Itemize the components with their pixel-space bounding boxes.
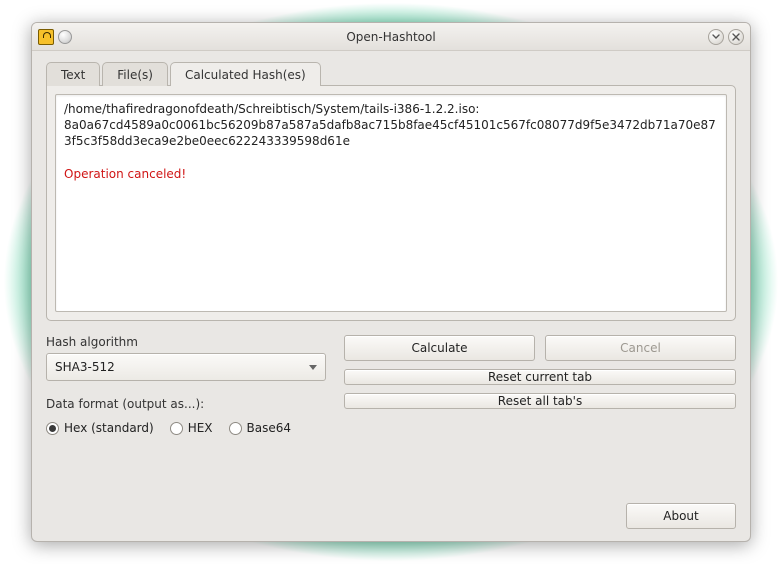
radio-icon bbox=[170, 422, 183, 435]
radio-hex-upper[interactable]: HEX bbox=[170, 421, 213, 435]
radio-hex-upper-label: HEX bbox=[188, 421, 213, 435]
window-title: Open-Hashtool bbox=[32, 30, 750, 44]
sticky-indicator-icon[interactable] bbox=[58, 30, 72, 44]
lock-icon bbox=[38, 29, 54, 45]
tab-page-calculated: /home/thafiredragonofdeath/Schreibtisch/… bbox=[46, 85, 736, 321]
reset-current-tab-button[interactable]: Reset current tab bbox=[344, 369, 736, 385]
data-format-radio-group: Hex (standard) HEX Base64 bbox=[46, 421, 326, 435]
reset-all-tabs-button[interactable]: Reset all tab's bbox=[344, 393, 736, 409]
hash-algorithm-select[interactable]: SHA3-512 bbox=[46, 353, 326, 381]
about-button[interactable]: About bbox=[626, 503, 736, 529]
tab-bar: Text File(s) Calculated Hash(es) bbox=[46, 61, 736, 85]
main-window: Open-Hashtool Text File(s) Calculated Ha… bbox=[31, 22, 751, 542]
radio-base64-label: Base64 bbox=[247, 421, 292, 435]
calculate-button[interactable]: Calculate bbox=[344, 335, 535, 361]
hash-algorithm-value: SHA3-512 bbox=[55, 360, 115, 374]
footer: About bbox=[46, 489, 736, 529]
lower-controls: Hash algorithm SHA3-512 Data format (out… bbox=[46, 335, 736, 435]
tab-files[interactable]: File(s) bbox=[102, 62, 168, 86]
titlebar: Open-Hashtool bbox=[32, 23, 750, 51]
radio-hex-standard-label: Hex (standard) bbox=[64, 421, 154, 435]
radio-icon bbox=[229, 422, 242, 435]
output-status-line: Operation canceled! bbox=[64, 166, 718, 182]
data-format-label: Data format (output as...): bbox=[46, 397, 326, 411]
close-icon bbox=[732, 33, 740, 41]
hash-algorithm-label: Hash algorithm bbox=[46, 335, 326, 349]
radio-hex-standard[interactable]: Hex (standard) bbox=[46, 421, 154, 435]
radio-base64[interactable]: Base64 bbox=[229, 421, 292, 435]
hash-output-textarea[interactable]: /home/thafiredragonofdeath/Schreibtisch/… bbox=[55, 94, 727, 312]
cancel-button: Cancel bbox=[545, 335, 736, 361]
close-button[interactable] bbox=[728, 29, 744, 45]
minimize-button[interactable] bbox=[708, 29, 724, 45]
tab-text[interactable]: Text bbox=[46, 62, 100, 86]
chevron-down-icon bbox=[309, 365, 317, 370]
client-area: Text File(s) Calculated Hash(es) /home/t… bbox=[32, 51, 750, 541]
output-path-line: /home/thafiredragonofdeath/Schreibtisch/… bbox=[64, 101, 718, 117]
radio-icon bbox=[46, 422, 59, 435]
tab-calculated-hashes[interactable]: Calculated Hash(es) bbox=[170, 62, 321, 86]
chevron-down-icon bbox=[712, 33, 720, 41]
output-hash-line: 8a0a67cd4589a0c0061bc56209b87a587a5dafb8… bbox=[64, 117, 718, 149]
